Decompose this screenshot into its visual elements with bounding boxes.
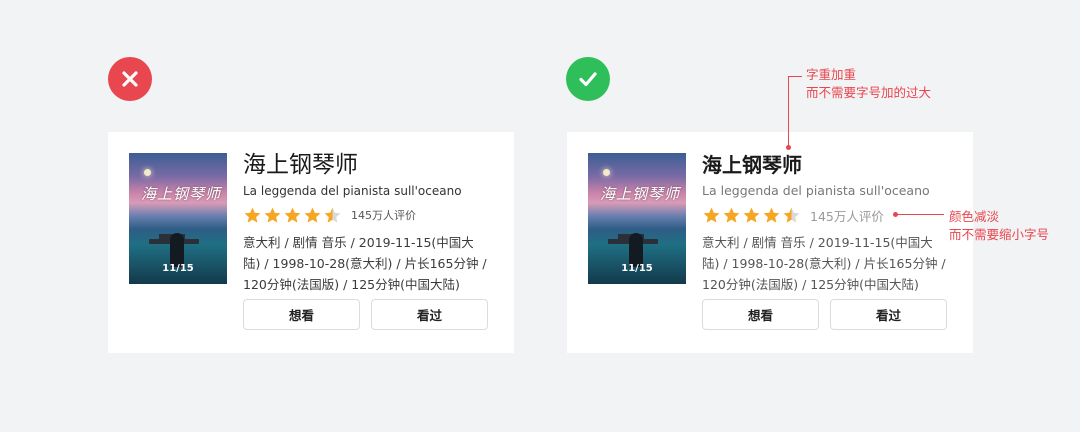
star-icon [243, 206, 262, 225]
rating-stars [702, 206, 802, 225]
title-weight-annotation: 字重加重 而不需要字号加的过大 [806, 66, 931, 102]
figure-silhouette [170, 233, 184, 267]
poster-title: 海上钢琴师 [600, 185, 681, 203]
watched-button[interactable]: 看过 [830, 299, 947, 330]
poster-date: 11/15 [162, 263, 194, 274]
figure-silhouette [629, 233, 643, 267]
star-icon [323, 206, 342, 225]
movie-meta: 意大利 / 剧情 音乐 / 2019-11-15(中国大陆) / 1998-10… [243, 235, 487, 292]
moon-decoration [603, 169, 610, 176]
star-icon [283, 206, 302, 225]
rating-stars [243, 206, 343, 225]
annotation-line-1: 字重加重 [806, 67, 857, 82]
star-icon [722, 206, 741, 225]
correct-mark-icon [566, 57, 610, 101]
movie-title[interactable]: 海上钢琴师 [702, 150, 962, 180]
star-icon [702, 206, 721, 225]
star-icon [782, 206, 801, 225]
poster-title: 海上钢琴师 [141, 185, 222, 203]
annotation-line-2: 而不需要缩小字号 [949, 227, 1050, 242]
rating-row: 145万人评价 [702, 204, 962, 226]
action-buttons: 想看 看过 [243, 299, 499, 330]
rating-row: 145万人评价 [243, 204, 503, 226]
movie-poster[interactable]: 海上钢琴师 11/15 [129, 153, 227, 284]
poster-date: 11/15 [621, 263, 653, 274]
title-callout-dot [786, 145, 791, 150]
meta-callout-leader [897, 214, 944, 215]
movie-info: 海上钢琴师 La leggenda del pianista sull'ocea… [243, 150, 503, 295]
rating-count: 145万人评价 [351, 209, 416, 222]
moon-decoration [144, 169, 151, 176]
star-icon [263, 206, 282, 225]
star-icon [742, 206, 761, 225]
title-callout-leader [788, 76, 789, 146]
movie-card-good-example: 海上钢琴师 11/15 海上钢琴师 La leggenda del pianis… [567, 132, 973, 353]
annotation-line-1: 颜色减淡 [949, 209, 1000, 224]
movie-meta: 意大利 / 剧情 音乐 / 2019-11-15(中国大陆) / 1998-10… [702, 235, 946, 292]
star-icon [303, 206, 322, 225]
movie-original-title: La leggenda del pianista sull'oceano [243, 184, 462, 198]
movie-card-bad-example: 海上钢琴师 11/15 海上钢琴师 La leggenda del pianis… [108, 132, 514, 353]
meta-color-annotation: 颜色减淡 而不需要缩小字号 [949, 208, 1049, 244]
movie-poster[interactable]: 海上钢琴师 11/15 [588, 153, 686, 284]
star-icon [762, 206, 781, 225]
annotation-line-2: 而不需要字号加的过大 [806, 85, 932, 100]
movie-title[interactable]: 海上钢琴师 [243, 150, 503, 180]
wrong-mark-icon [108, 57, 152, 101]
rating-count: 145万人评价 [810, 208, 884, 224]
movie-info: 海上钢琴师 La leggenda del pianista sull'ocea… [702, 150, 962, 295]
action-buttons: 想看 看过 [702, 299, 958, 330]
title-callout-connector [788, 76, 802, 77]
movie-original-title: La leggenda del pianista sull'oceano [702, 183, 930, 198]
watched-button[interactable]: 看过 [371, 299, 488, 330]
want-to-watch-button[interactable]: 想看 [243, 299, 360, 330]
want-to-watch-button[interactable]: 想看 [702, 299, 819, 330]
